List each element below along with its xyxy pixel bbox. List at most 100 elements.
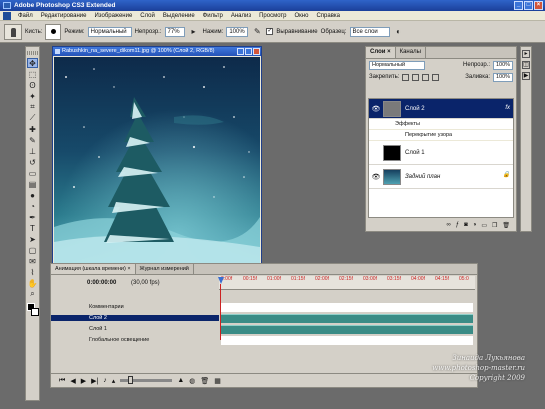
track-bar[interactable] (221, 302, 473, 312)
add-style-icon[interactable]: ƒ (456, 222, 459, 228)
track-global-lighting[interactable]: Глобальное освещение (51, 335, 477, 345)
layer-opacity-field[interactable]: 100% (493, 60, 513, 70)
maximize-icon[interactable]: □ (524, 1, 533, 10)
flow-field[interactable]: 100% (226, 26, 249, 37)
zoom-out-icon[interactable]: ▴ (112, 377, 116, 385)
document-title-bar[interactable]: Rabushkin_na_severe_dikom11.jpg @ 100% (… (53, 47, 261, 56)
layer-row-sloy-1[interactable]: Слой 1 (369, 141, 513, 165)
new-group-icon[interactable]: ▭ (481, 222, 487, 229)
zoom-slider-thumb[interactable] (128, 376, 134, 384)
doc-minimize-icon[interactable] (237, 48, 244, 55)
sample-select[interactable]: Все слои (349, 26, 390, 37)
hand-icon[interactable]: ✋ (27, 278, 38, 288)
align-checkbox[interactable]: ✓ (266, 28, 274, 35)
menu-window[interactable]: Окно (291, 11, 313, 20)
tool-preset-picker[interactable] (4, 23, 22, 40)
track-bar[interactable] (221, 324, 473, 334)
history-brush-icon[interactable]: ↺ (27, 157, 38, 167)
track-sloy-1[interactable]: Слой 1 (51, 324, 477, 334)
first-frame-icon[interactable]: ⏮ (59, 377, 65, 385)
track-comments[interactable]: Комментарии (51, 302, 477, 312)
zoom-icon[interactable]: ⌕ (27, 289, 38, 299)
eye-icon[interactable]: 👁 (369, 173, 383, 181)
menu-edit[interactable]: Редактирование (37, 11, 91, 20)
new-layer-icon[interactable]: ❐ (492, 222, 497, 229)
blur-icon[interactable]: ● (27, 190, 38, 200)
fill-field[interactable]: 100% (493, 72, 513, 82)
dock-actions-icon[interactable]: ▶ (522, 72, 530, 80)
tab-animation-timeline[interactable]: Анимация (шкала времени) × (51, 264, 136, 274)
menu-file[interactable]: Файл (14, 11, 37, 20)
doc-maximize-icon[interactable] (245, 48, 252, 55)
eye-icon[interactable]: 👁 (369, 105, 383, 113)
layer-row-sloy-2[interactable]: 👁 Слой 2 fx (369, 99, 513, 119)
dock-history-icon[interactable]: ◫ (522, 61, 530, 69)
menu-image[interactable]: Изображение (90, 11, 136, 20)
play-icon[interactable]: ▶ (81, 377, 86, 385)
delete-layer-icon[interactable]: 🗑 (502, 222, 510, 229)
eyedropper-icon[interactable]: ⌇ (27, 267, 38, 277)
convert-to-frames-icon[interactable]: ▦ (214, 377, 221, 385)
path-select-icon[interactable]: ➤ (27, 234, 38, 244)
menu-layer[interactable]: Слой (136, 11, 159, 20)
audio-icon[interactable]: ♪ (103, 377, 107, 384)
track-bar[interactable] (221, 313, 473, 323)
background-color[interactable] (31, 308, 39, 316)
canvas-image[interactable] (54, 57, 260, 267)
menu-select[interactable]: Выделение (159, 11, 199, 20)
tab-measurement-log[interactable]: Журнал измерений (136, 264, 194, 274)
opacity-pressure-icon[interactable]: ▸ (188, 26, 200, 38)
timeline-zoom-slider[interactable] (120, 376, 173, 384)
opacity-field[interactable]: 77% (164, 26, 185, 37)
track-bar[interactable] (221, 335, 473, 345)
next-frame-icon[interactable]: ▶| (91, 377, 98, 385)
zoom-in-icon[interactable]: ▲ (177, 377, 184, 384)
magic-wand-icon[interactable]: ✦ (27, 91, 38, 101)
lasso-icon[interactable]: ʘ (27, 80, 38, 90)
prev-frame-icon[interactable]: ◀ (70, 377, 75, 385)
marquee-icon[interactable]: ⬚ (27, 69, 38, 79)
layer-effects-row[interactable]: Эффекты (369, 119, 513, 130)
tab-layers[interactable]: Слои × (366, 47, 396, 58)
pen-icon[interactable]: ✒ (27, 212, 38, 222)
type-icon[interactable]: T (27, 223, 38, 233)
brush-icon[interactable]: ✎ (27, 135, 38, 145)
eraser-icon[interactable]: ▭ (27, 168, 38, 178)
gradient-icon[interactable]: ▤ (27, 179, 38, 189)
slice-icon[interactable]: ⟋ (27, 113, 38, 123)
onion-skin-icon[interactable]: ◍ (189, 377, 195, 385)
link-layers-icon[interactable]: ∞ (446, 222, 450, 228)
crop-icon[interactable]: ⌗ (27, 102, 38, 112)
toolbox-grip[interactable] (27, 51, 38, 55)
brush-picker[interactable] (45, 23, 62, 40)
menu-analysis[interactable]: Анализ (227, 11, 255, 20)
mode-select[interactable]: Нормальный (87, 26, 132, 37)
add-mask-icon[interactable]: ◙ (464, 222, 468, 228)
blend-mode-select[interactable]: Нормальный (369, 60, 425, 70)
fx-icon[interactable]: fx (505, 105, 510, 111)
minimize-icon[interactable]: _ (514, 1, 523, 10)
dodge-icon[interactable]: ◔ (27, 201, 38, 211)
move-icon[interactable]: ✥ (27, 58, 38, 68)
airbrush-icon[interactable]: ✎ (251, 26, 263, 38)
color-swatches[interactable] (27, 303, 40, 319)
layer-row-background[interactable]: 👁 Задний план 🔒 (369, 165, 513, 189)
doc-close-icon[interactable] (253, 48, 260, 55)
lock-all-icon[interactable] (432, 73, 440, 81)
shape-icon[interactable]: ▢ (27, 245, 38, 255)
menu-help[interactable]: Справка (312, 11, 344, 20)
pattern-overlay-row[interactable]: Перекрытие узора (369, 130, 513, 141)
time-ruler[interactable]: 0:00f 00:15f 01:00f 01:15f 02:00f 02:15f… (219, 276, 475, 290)
healing-icon[interactable]: ✚ (27, 124, 38, 134)
ignore-adjustment-icon[interactable]: ◐ (393, 26, 405, 38)
track-sloy-2[interactable]: Слой 2 (51, 313, 477, 323)
dock-navigator-icon[interactable]: ▸ (522, 50, 530, 58)
notes-icon[interactable]: ✉ (27, 256, 38, 266)
lock-pixels-icon[interactable] (412, 73, 420, 81)
adjustment-layer-icon[interactable]: ◑ (473, 222, 477, 228)
menu-filter[interactable]: Фильтр (199, 11, 227, 20)
delete-keyframe-icon[interactable]: 🗑 (200, 377, 209, 385)
lock-position-icon[interactable] (422, 73, 430, 81)
close-icon[interactable]: × (534, 1, 543, 10)
tab-channels[interactable]: Каналы (396, 47, 426, 58)
